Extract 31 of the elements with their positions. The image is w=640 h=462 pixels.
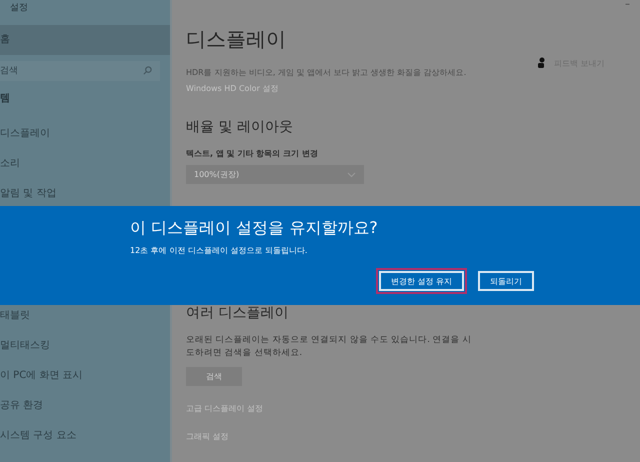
multi-display-text: 오래된 디스플레이는 자동으로 연결되지 않을 수도 있습니다. 연결을 시도하려면 검색을 선택하세요. — [186, 334, 472, 360]
dialog-title: 이 디스플레이 설정을 유지할까요? — [130, 218, 379, 239]
search-icon — [143, 66, 152, 75]
sidebar-item[interactable]: 소리 — [0, 149, 170, 179]
detect-button[interactable]: 검색 — [186, 367, 242, 386]
section-heading: 여러 디스플레이 — [186, 304, 290, 322]
section-heading: 템 — [0, 92, 11, 105]
hd-color-link[interactable]: Windows HD Color 설정 — [186, 83, 486, 94]
sidebar-item[interactable]: 디스플레이 — [0, 119, 170, 149]
chevron-icon — [347, 172, 356, 178]
section-heading: 배율 및 레이아웃 — [186, 118, 294, 136]
sidebar-item[interactable]: 알림 및 작업 — [0, 179, 170, 209]
sidebar-item[interactable]: 이 PC에 화면 표시 — [0, 361, 170, 391]
dialog-button[interactable]: 변경한 설정 유지 — [376, 268, 468, 294]
sidebar-item[interactable]: 태블릿 — [0, 301, 170, 331]
search-field[interactable]: 검색 — [0, 61, 160, 81]
dialog-button[interactable]: 되돌리기 — [478, 271, 534, 291]
sidebar-item[interactable]: 멀티태스킹 — [0, 331, 170, 361]
scale-label: 텍스트, 앱 및 기타 항목의 크기 변경 — [186, 148, 319, 159]
scale-dropdown[interactable]: 100%(권장) — [186, 165, 364, 184]
sidebar-item[interactable]: 공유 환경 — [0, 391, 170, 421]
minimize-button[interactable]: – — [625, 0, 630, 20]
dialog-message: 12초 후에 이전 디스플레이 설정으로 되돌립니다. — [130, 245, 308, 256]
settings-link[interactable]: 그래픽 설정 — [186, 431, 486, 442]
window-title: 설정 — [9, 2, 29, 15]
feedback-icon — [536, 57, 546, 69]
page-title: 디스플레이 — [186, 26, 287, 53]
settings-link[interactable]: 고급 디스플레이 설정 — [186, 403, 486, 414]
sidebar-item[interactable]: 시스템 구성 요소 — [0, 421, 170, 451]
home-item[interactable]: 홈 — [0, 25, 170, 55]
hdr-description: HDR를 지원하는 비디오, 게임 및 앱에서 보다 밝고 생생한 화질을 감상하세요. — [186, 67, 468, 78]
